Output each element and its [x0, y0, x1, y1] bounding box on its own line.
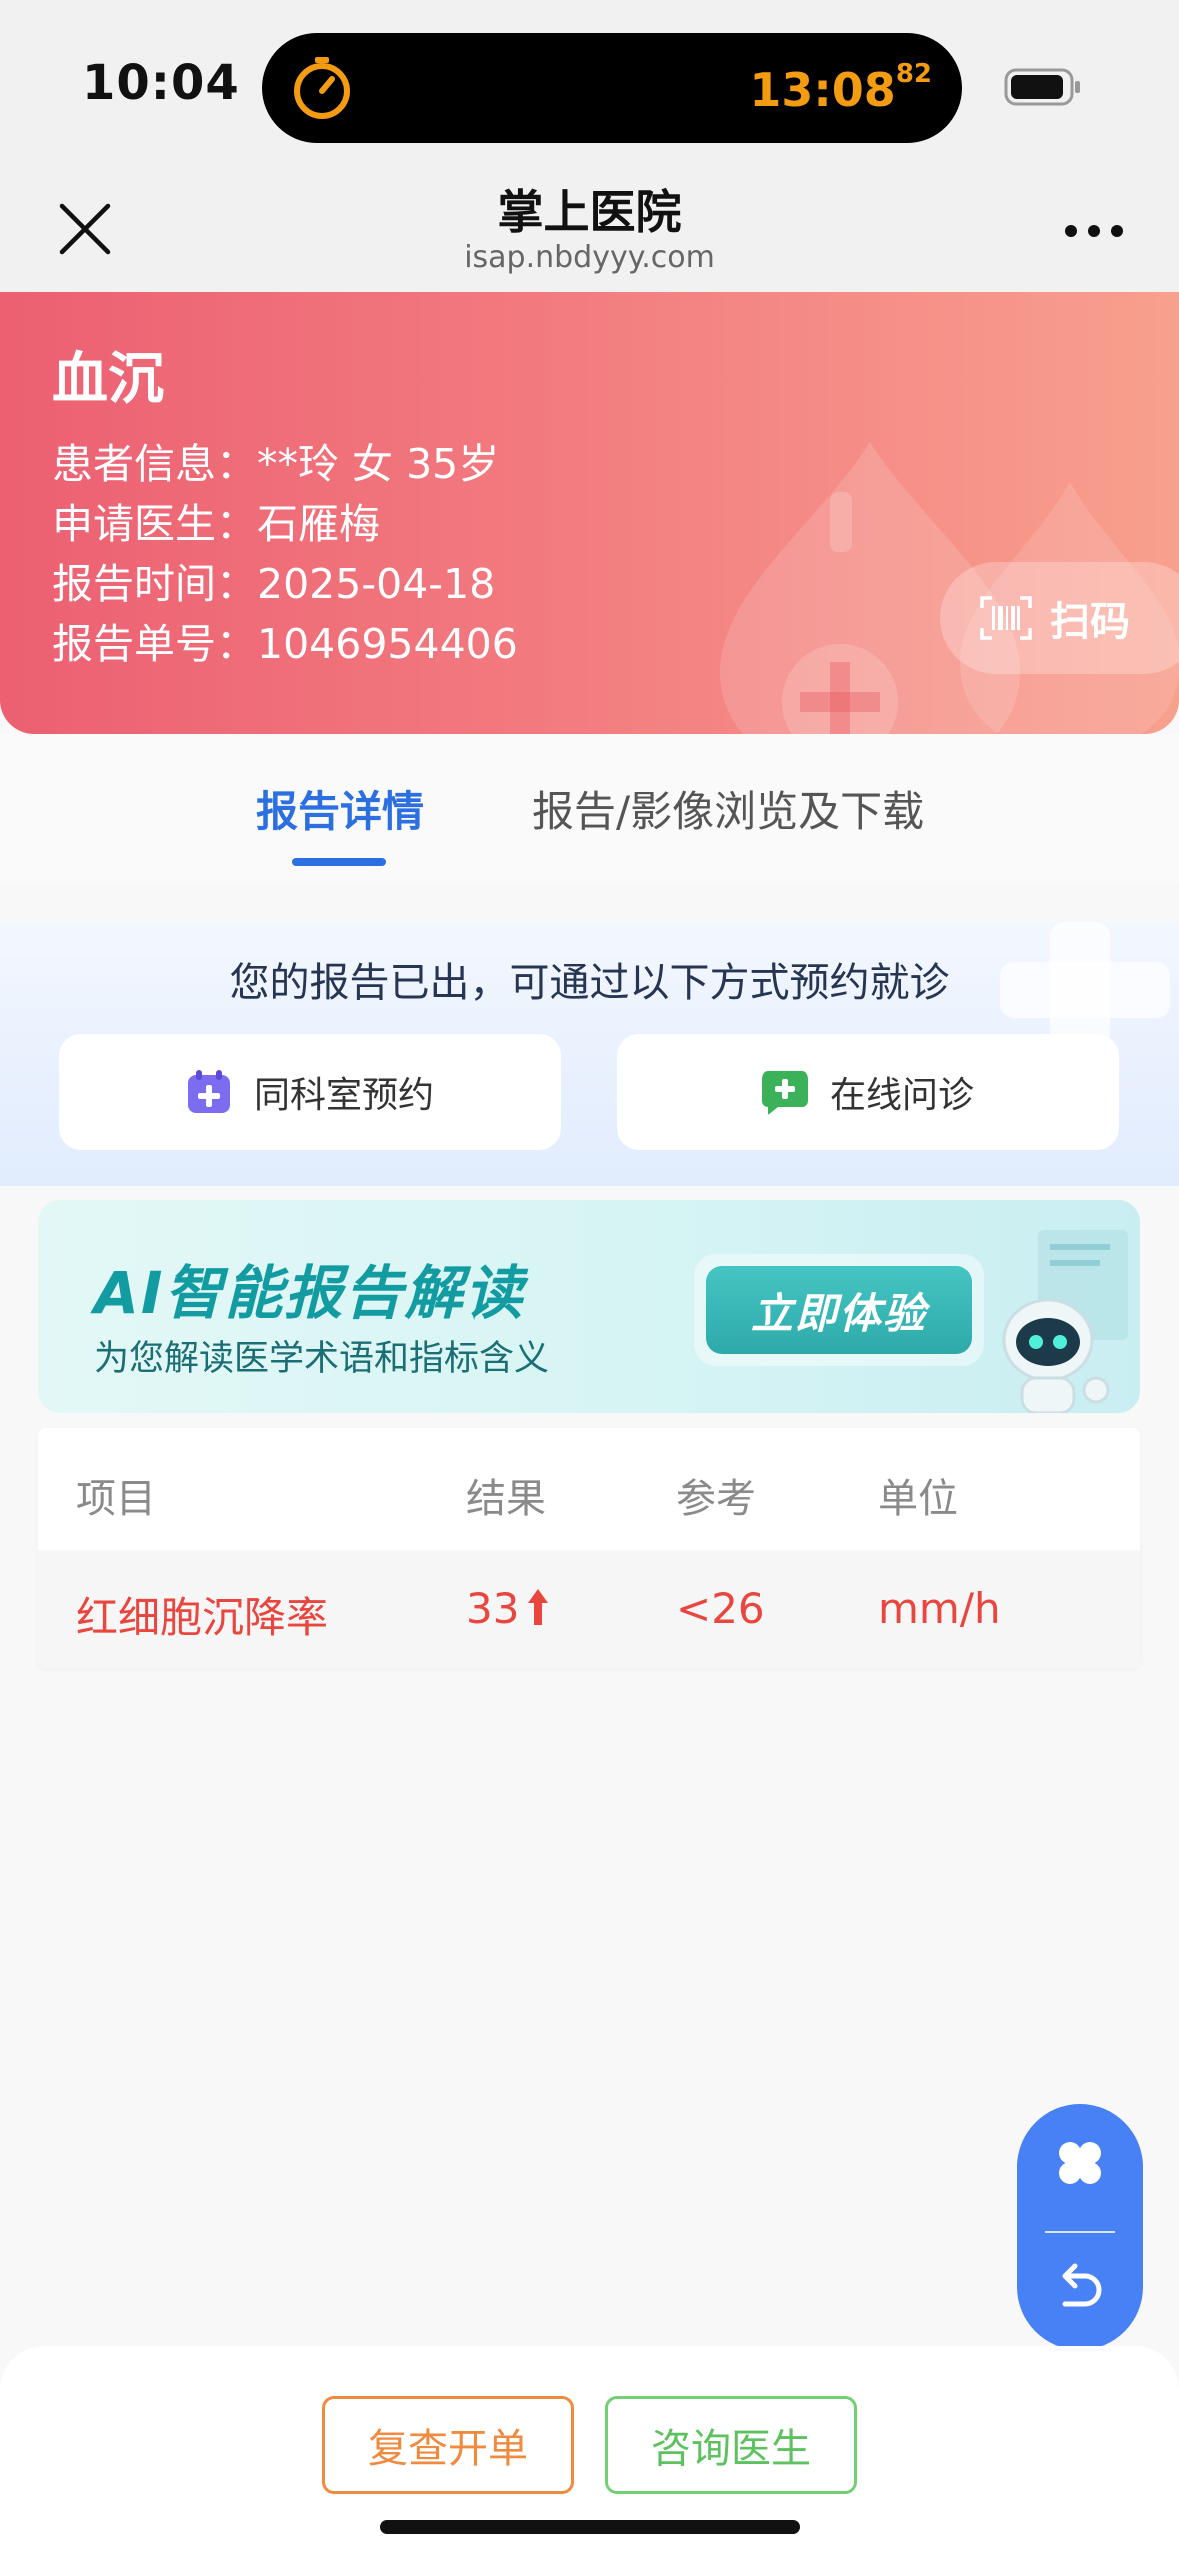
try-now-button[interactable]: 立即体验 [706, 1266, 972, 1354]
appointment-notice: 您的报告已出，可通过以下方式预约就诊 同科室预约 在线问诊 [0, 922, 1179, 1186]
stopwatch-icon [294, 57, 350, 119]
header-unit: 单位 [878, 1476, 958, 1522]
scan-label: 扫码 [1050, 599, 1130, 645]
report-time-value: 2025-04-18 [257, 560, 496, 608]
more-icon[interactable] [1062, 222, 1126, 240]
scan-button[interactable]: 扫码 [940, 562, 1179, 674]
return-icon[interactable] [1059, 2262, 1103, 2312]
results-table: 项目 结果 参考 单位 红细胞沉降率 33 <26 mm/h [38, 1428, 1140, 1668]
battery-icon [1004, 68, 1080, 106]
timer-fraction: 82 [895, 59, 932, 89]
row-result: 33 [466, 1584, 549, 1633]
page-url: isap.nbdyyy.com [464, 240, 715, 275]
patient-info: 患者信息：**玲 女 35岁 [52, 430, 499, 490]
active-tab-indicator [292, 858, 386, 866]
report-number-label: 报告单号： [52, 620, 257, 668]
consult-doctor-button[interactable]: 咨询医生 [605, 2396, 857, 2494]
row-reference: <26 [676, 1584, 765, 1633]
row-result-value: 33 [466, 1584, 520, 1633]
report-number-info: 报告单号：1046954406 [52, 610, 518, 670]
calendar-plus-icon [187, 1070, 230, 1113]
doctor-info: 申请医生：石雁梅 [52, 490, 380, 550]
ai-banner-subtitle: 为您解读医学术语和指标含义 [94, 1339, 550, 1379]
row-item: 红细胞沉降率 [76, 1593, 329, 1642]
fab-divider [1045, 2231, 1115, 2233]
report-time-label: 报告时间： [52, 560, 257, 608]
header-reference: 参考 [676, 1476, 756, 1522]
tab-bar: 报告详情 报告/影像浏览及下载 [0, 734, 1179, 884]
online-consult-label: 在线问诊 [829, 1075, 974, 1116]
table-header: 项目 结果 参考 单位 [38, 1428, 1140, 1550]
clock: 10:04 [82, 55, 240, 111]
report-header: 血沉 患者信息：**玲 女 35岁 申请医生：石雁梅 报告时间：2025-04-… [0, 292, 1179, 734]
timer-readout: 13:0882 [749, 59, 932, 117]
online-consult-button[interactable]: 在线问诊 [617, 1034, 1119, 1150]
nav-bar: 掌上医院 isap.nbdyyy.com [0, 170, 1179, 292]
report-title: 血沉 [52, 347, 164, 412]
same-dept-label: 同科室预约 [253, 1075, 434, 1116]
dynamic-island[interactable]: 13:0882 [262, 33, 962, 143]
chat-plus-icon [761, 1071, 808, 1115]
tab-report-detail[interactable]: 报告详情 [256, 778, 424, 839]
row-unit: mm/h [878, 1584, 1001, 1633]
recheck-order-button[interactable]: 复查开单 [322, 2396, 574, 2494]
home-indicator[interactable] [380, 2520, 800, 2534]
robot-icon [1002, 1230, 1128, 1413]
floating-menu [1017, 2104, 1143, 2350]
header-result: 结果 [466, 1476, 546, 1522]
doctor-label: 申请医生： [52, 500, 257, 548]
status-bar: 10:04 13:0882 [0, 0, 1179, 170]
table-row[interactable]: 红细胞沉降率 33 <26 mm/h [38, 1550, 1140, 1668]
header-item: 项目 [76, 1476, 156, 1522]
barcode-icon [980, 596, 1032, 640]
clover-icon[interactable] [1055, 2138, 1105, 2188]
arrow-up-icon [528, 1589, 549, 1625]
page-title: 掌上医院 [497, 185, 682, 239]
ai-banner-title: AI智能报告解读 [94, 1259, 525, 1327]
report-time-info: 报告时间：2025-04-18 [52, 550, 495, 610]
bottom-action-bar: 复查开单 咨询医生 [0, 2346, 1179, 2556]
doctor-value: 石雁梅 [257, 500, 380, 548]
patient-value: **玲 女 35岁 [257, 440, 500, 488]
timer-main: 13:08 [749, 63, 896, 117]
same-dept-appointment-button[interactable]: 同科室预约 [59, 1034, 561, 1150]
ai-report-banner[interactable]: AI智能报告解读 为您解读医学术语和指标含义 立即体验 [38, 1200, 1140, 1413]
notice-text: 您的报告已出，可通过以下方式预约就诊 [229, 960, 950, 1006]
report-number-value: 1046954406 [257, 620, 518, 668]
tab-report-imaging[interactable]: 报告/影像浏览及下载 [532, 778, 924, 839]
patient-label: 患者信息： [52, 440, 257, 488]
